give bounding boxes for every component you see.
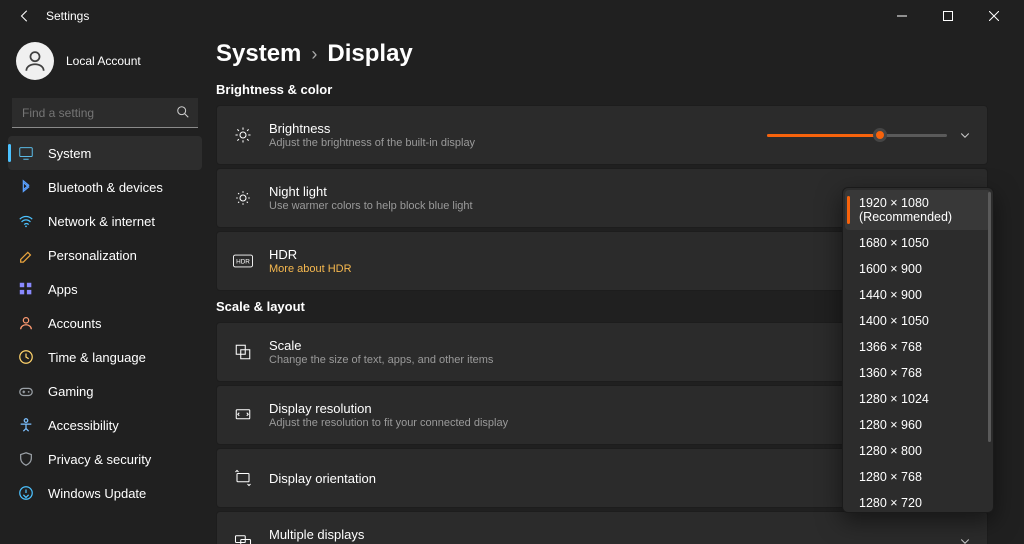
brightness-slider[interactable] — [767, 132, 947, 138]
avatar — [16, 42, 54, 80]
sidebar-item-privacy-security[interactable]: Privacy & security — [8, 442, 202, 476]
pers-icon — [18, 247, 34, 263]
resolution-option[interactable]: 1680 × 1050 — [845, 230, 991, 256]
orientation-icon — [233, 469, 253, 487]
apps-icon — [18, 281, 34, 297]
resolution-option[interactable]: 1440 × 900 — [845, 282, 991, 308]
hdr-more-link[interactable]: More about HDR — [269, 263, 352, 275]
nav-label: Bluetooth & devices — [48, 180, 163, 195]
sidebar: Local Account System Bluetooth & devices N… — [0, 32, 210, 544]
wifi-icon — [18, 213, 34, 229]
svg-text:HDR: HDR — [236, 259, 250, 266]
resolution-option[interactable]: 1280 × 768 — [845, 464, 991, 490]
nav-label: Gaming — [48, 384, 94, 399]
nav-label: Personalization — [48, 248, 137, 263]
nav-label: Privacy & security — [48, 452, 151, 467]
user-block[interactable]: Local Account — [8, 38, 202, 94]
nav-label: Apps — [48, 282, 78, 297]
resolution-dropdown[interactable]: 1920 × 1080 (Recommended)1680 × 10501600… — [842, 187, 994, 513]
sidebar-item-gaming[interactable]: Gaming — [8, 374, 202, 408]
breadcrumb: System › Display — [216, 40, 988, 68]
row-brightness[interactable]: BrightnessAdjust the brightness of the b… — [217, 106, 987, 164]
sidebar-item-system[interactable]: System — [8, 136, 202, 170]
system-icon — [18, 145, 34, 161]
user-name: Local Account — [66, 54, 141, 68]
sidebar-item-personalization[interactable]: Personalization — [8, 238, 202, 272]
minimize-button[interactable] — [886, 0, 932, 32]
nav-label: System — [48, 146, 91, 161]
resolution-option[interactable]: 1280 × 720 — [845, 490, 991, 510]
multiple-displays-icon — [233, 532, 253, 544]
app-title: Settings — [46, 9, 89, 23]
close-button[interactable] — [978, 0, 1024, 32]
sidebar-item-windows-update[interactable]: Windows Update — [8, 476, 202, 510]
bt-icon — [18, 179, 34, 195]
resolution-option[interactable]: 1280 × 960 — [845, 412, 991, 438]
priv-icon — [18, 451, 34, 467]
resolution-icon — [233, 406, 253, 424]
sidebar-item-accessibility[interactable]: Accessibility — [8, 408, 202, 442]
resolution-option[interactable]: 1280 × 800 — [845, 438, 991, 464]
nav-label: Windows Update — [48, 486, 146, 501]
sidebar-item-apps[interactable]: Apps — [8, 272, 202, 306]
chevron-down-icon[interactable] — [959, 129, 971, 141]
scrollbar[interactable] — [988, 192, 991, 442]
section-brightness-color: Brightness & color — [216, 82, 988, 97]
titlebar: Settings — [0, 0, 1024, 32]
row-multiple-displays[interactable]: Multiple displaysChoose the presentation… — [217, 512, 987, 544]
chevron-down-icon[interactable] — [959, 535, 971, 544]
nav-label: Accounts — [48, 316, 101, 331]
wu-icon — [18, 485, 34, 501]
nav: System Bluetooth & devices Network & inter… — [8, 136, 202, 510]
page-title: Display — [327, 40, 412, 68]
resolution-option[interactable]: 1400 × 1050 — [845, 308, 991, 334]
window-controls — [886, 0, 1024, 32]
search-input[interactable] — [12, 98, 198, 128]
game-icon — [18, 383, 34, 399]
hdr-icon: HDR — [233, 254, 253, 268]
sidebar-item-network-internet[interactable]: Network & internet — [8, 204, 202, 238]
time-icon — [18, 349, 34, 365]
acct-icon — [18, 315, 34, 331]
back-icon[interactable] — [18, 9, 32, 23]
breadcrumb-parent[interactable]: System — [216, 40, 301, 68]
sidebar-item-bluetooth-devices[interactable]: Bluetooth & devices — [8, 170, 202, 204]
scale-icon — [233, 343, 253, 361]
a11y-icon — [18, 417, 34, 433]
search-box[interactable] — [12, 98, 198, 128]
resolution-option[interactable]: 1600 × 900 — [845, 256, 991, 282]
maximize-button[interactable] — [932, 0, 978, 32]
sidebar-item-time-language[interactable]: Time & language — [8, 340, 202, 374]
nav-label: Network & internet — [48, 214, 155, 229]
chevron-right-icon: › — [311, 44, 317, 65]
search-icon — [176, 105, 190, 119]
resolution-option[interactable]: 1920 × 1080 (Recommended) — [845, 190, 991, 230]
resolution-option[interactable]: 1280 × 1024 — [845, 386, 991, 412]
moon-icon — [233, 189, 253, 207]
sidebar-item-accounts[interactable]: Accounts — [8, 306, 202, 340]
nav-label: Time & language — [48, 350, 146, 365]
sun-icon — [233, 126, 253, 144]
nav-label: Accessibility — [48, 418, 119, 433]
resolution-option[interactable]: 1366 × 768 — [845, 334, 991, 360]
resolution-option[interactable]: 1360 × 768 — [845, 360, 991, 386]
main: System › Display Brightness & color Brig… — [210, 32, 1024, 544]
